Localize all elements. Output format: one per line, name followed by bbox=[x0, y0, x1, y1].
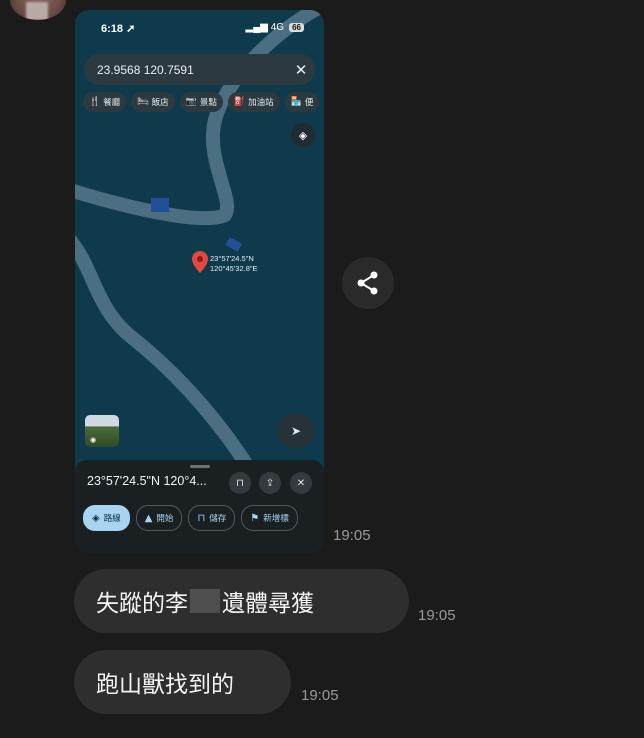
map-building bbox=[225, 237, 243, 252]
start-button[interactable]: ▲ 開始 bbox=[135, 505, 183, 531]
message-text: 遺體尋獲 bbox=[222, 591, 314, 617]
message-text: 失蹤的李 bbox=[96, 591, 188, 617]
redacted-name bbox=[190, 589, 220, 613]
action-buttons: ◈ 路線 ▲ 開始 ⊓ 儲存 ⚑ 新增標 bbox=[83, 505, 298, 531]
share-glyph bbox=[357, 271, 378, 295]
bookmark-icon: ⊓ bbox=[197, 512, 206, 524]
screenshot-message-image[interactable]: 6:18 ➚ ▂▄▆ 4G 66 23.9568 120.7591 ✕ 🍴 餐廳 … bbox=[75, 10, 324, 553]
search-input[interactable]: 23.9568 120.7591 bbox=[97, 63, 287, 77]
navigation-icon: ▲ bbox=[144, 512, 153, 524]
message-timestamp: 19:05 bbox=[333, 527, 371, 544]
save-button[interactable]: ⊓ 儲存 bbox=[188, 505, 236, 531]
share-icon[interactable] bbox=[342, 257, 394, 309]
chip-label: 便 bbox=[304, 98, 314, 108]
layers-icon[interactable]: ◈ bbox=[291, 123, 315, 147]
chip-label: 景點 bbox=[199, 98, 217, 108]
button-label: 新增標 bbox=[263, 514, 289, 524]
fork-icon: 🍴 bbox=[89, 97, 101, 107]
chip-label: 飯店 bbox=[151, 98, 169, 108]
chip-attractions[interactable]: 📷 景點 bbox=[179, 92, 223, 112]
message-bubble[interactable]: 失蹤的李 遺體尋獲 bbox=[74, 569, 409, 633]
status-time: 6:18 ➚ bbox=[101, 23, 136, 35]
map-building bbox=[151, 198, 169, 212]
street-view-thumbnail[interactable]: ◉ bbox=[85, 415, 119, 447]
flag-icon: ⚑ bbox=[250, 512, 260, 524]
sender-avatar[interactable] bbox=[10, 0, 66, 20]
chip-label: 餐廳 bbox=[103, 98, 121, 108]
camera-icon: 📷 bbox=[185, 97, 197, 107]
sheet-drag-handle[interactable] bbox=[190, 465, 210, 468]
chip-convenience[interactable]: 🏪 便 bbox=[284, 92, 320, 112]
navigation-arrow-icon[interactable]: ➤ bbox=[278, 413, 314, 449]
battery-icon: 66 bbox=[289, 23, 304, 32]
avatar-redaction bbox=[26, 2, 48, 20]
message-text: 跑山獸找到的 bbox=[96, 672, 234, 698]
status-right: ▂▄▆ 4G 66 bbox=[245, 22, 304, 33]
message-timestamp: 19:05 bbox=[301, 687, 339, 704]
place-title: 23°57'24.5"N 120°4... bbox=[87, 474, 207, 488]
close-icon[interactable]: ✕ bbox=[287, 61, 315, 79]
category-chips: 🍴 餐廳 🛏 飯店 📷 景點 ⛽ 加油站 🏪 便 bbox=[83, 92, 324, 114]
pin-longitude: 120°45'32.8"E bbox=[210, 264, 258, 273]
button-label: 儲存 bbox=[209, 514, 227, 524]
place-bottom-sheet: 23°57'24.5"N 120°4... ⊓ ⇪ ✕ ◈ 路線 ▲ 開始 ⊓ 儲存 … bbox=[75, 460, 324, 553]
chip-gas-stations[interactable]: ⛽ 加油站 bbox=[227, 92, 280, 112]
button-label: 路線 bbox=[103, 514, 121, 524]
fuel-icon: ⛽ bbox=[233, 97, 246, 107]
map-pin-icon[interactable] bbox=[192, 251, 208, 273]
bookmark-icon[interactable]: ⊓ bbox=[229, 472, 251, 494]
pin-coordinates: 23°57'24.5"N 120°45'32.8"E bbox=[210, 254, 258, 274]
chip-hotels[interactable]: 🛏 飯店 bbox=[131, 92, 175, 112]
pin-latitude: 23°57'24.5"N bbox=[210, 254, 254, 263]
message-timestamp: 19:05 bbox=[418, 607, 456, 624]
phone-status-bar: 6:18 ➚ ▂▄▆ 4G 66 bbox=[75, 10, 324, 48]
chip-label: 加油站 bbox=[248, 98, 274, 108]
bed-icon: 🛏 bbox=[137, 97, 149, 107]
map-search-bar[interactable]: 23.9568 120.7591 ✕ bbox=[84, 54, 315, 85]
street-view-icon: ◉ bbox=[90, 436, 97, 444]
share-icon[interactable]: ⇪ bbox=[259, 472, 281, 494]
directions-button[interactable]: ◈ 路線 bbox=[83, 505, 130, 531]
message-bubble[interactable]: 跑山獸找到的 bbox=[74, 650, 291, 714]
add-label-button[interactable]: ⚑ 新增標 bbox=[241, 505, 298, 531]
button-label: 開始 bbox=[156, 514, 174, 524]
directions-icon: ◈ bbox=[92, 512, 100, 524]
store-icon: 🏪 bbox=[290, 97, 302, 107]
signal-indicator: ▂▄▆ 4G bbox=[245, 22, 285, 33]
close-icon[interactable]: ✕ bbox=[290, 472, 312, 494]
chip-restaurants[interactable]: 🍴 餐廳 bbox=[83, 92, 127, 112]
